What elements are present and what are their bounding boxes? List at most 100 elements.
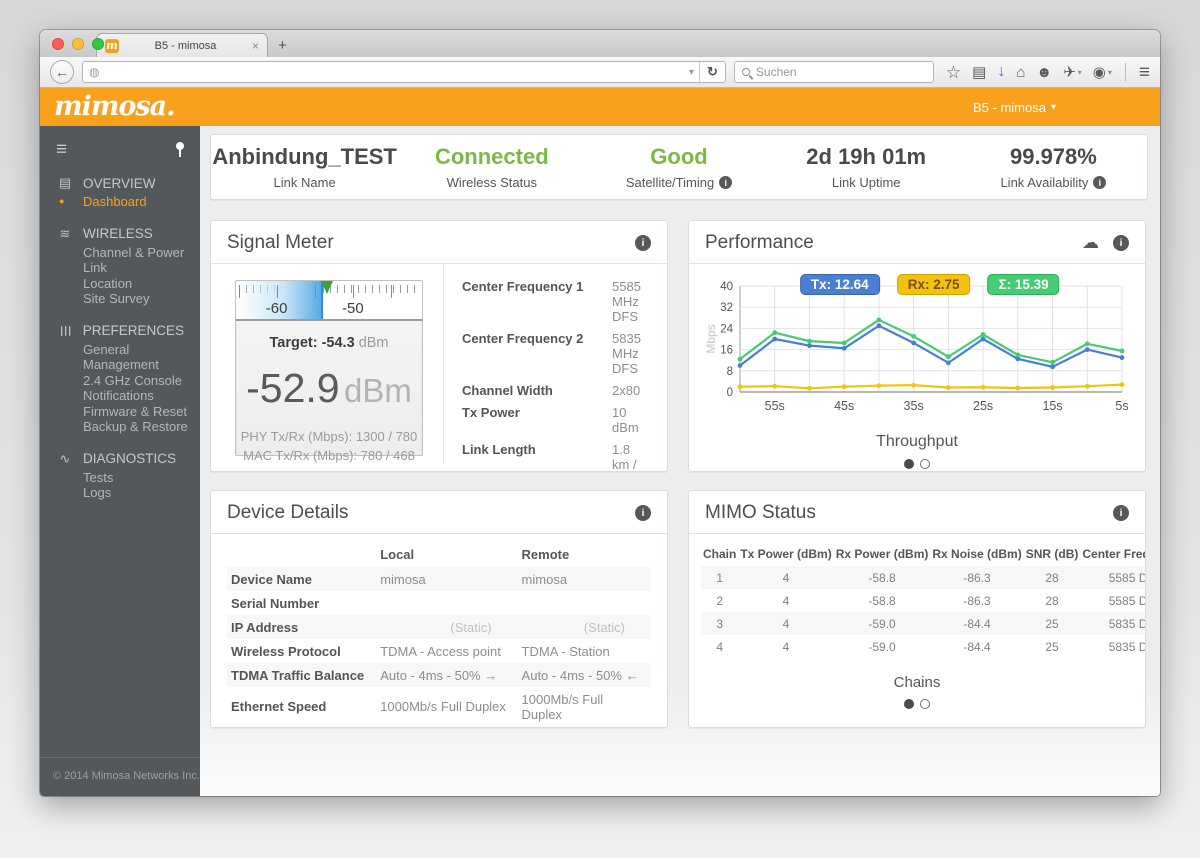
sidebar-item-logs[interactable]: Logs [40, 485, 200, 501]
url-dropdown-icon[interactable]: ▾ [684, 67, 699, 78]
mimosa-favicon-icon: m [105, 38, 119, 53]
info-icon[interactable]: i [1113, 235, 1129, 251]
device-details-table: Local Remote Device Name mimosa mimosa Serial… [227, 542, 651, 726]
sidebar-section-header-wireless[interactable]: ≋ WIRELESS [40, 223, 200, 245]
cell-value: 28 [1045, 570, 1059, 585]
sidebar-item-2-4-ghz-console[interactable]: 2.4 GHz Console [40, 373, 200, 389]
stat-link-availability: 99.978% Link Availability i [960, 144, 1147, 190]
detail-label: Center Frequency 1 [462, 279, 584, 294]
share-menu[interactable]: ✈ ▾ [1063, 65, 1082, 80]
new-tab-button[interactable]: + [278, 37, 287, 54]
legend-tx-badge[interactable]: Tx: 12.64 [799, 274, 880, 295]
device-details-title: Device Details [227, 502, 349, 523]
search-input[interactable] [755, 65, 926, 79]
home-icon[interactable]: ⌂ [1016, 65, 1025, 80]
sidebar-section-header-overview[interactable]: ▤ OVERVIEW [40, 172, 200, 194]
carousel-dot-active[interactable] [904, 699, 914, 709]
throughput-chart: Tx: 12.64 Rx: 2.75 Σ: 15.39 0 8 16 24 32 40 55s 4… [704, 272, 1130, 425]
sidebar-collapse-icon[interactable]: ≡ [56, 140, 67, 159]
sidebar-item-management[interactable]: Management [40, 357, 200, 373]
remote-value: TDMA - Station [521, 643, 610, 659]
sidebar-item-general[interactable]: General [40, 342, 200, 358]
chat-icon[interactable]: ☻ [1036, 65, 1052, 80]
info-icon[interactable]: i [1113, 505, 1129, 521]
sidebar-section-header-preferences[interactable]: ☰ PREFERENCES [40, 320, 200, 342]
cloud-icon[interactable]: ☁ [1082, 233, 1099, 253]
carousel-dot[interactable] [920, 699, 930, 709]
sidebar-item-label: Firmware & Reset [83, 403, 188, 419]
stat-satellite-timing: Good Satellite/Timing i [585, 144, 772, 190]
detail-label: Center Frequency 2 [462, 331, 584, 346]
sidebar-item-dashboard[interactable]: ● Dashboard [40, 194, 200, 210]
table-row: 34-59.0-84.4255835 DFSH [701, 612, 1145, 635]
share-caret-icon: ▾ [1077, 67, 1082, 77]
info-icon[interactable]: i [635, 505, 651, 521]
sidebar-item-notifications[interactable]: Notifications [40, 388, 200, 404]
signal-detail-row: Link Length 1.8 km / 1.1 miles [462, 442, 649, 471]
sidebar-pin-icon[interactable] [176, 142, 184, 157]
close-window-button[interactable] [52, 38, 64, 50]
legend-rx-badge[interactable]: Rx: 2.75 [896, 274, 971, 295]
tab-bar: m B5 - mimosa × + [40, 30, 1160, 57]
close-tab-icon[interactable]: × [252, 39, 259, 53]
table-row: IP Address (Static) (Static) [227, 615, 651, 639]
browser-tab[interactable]: m B5 - mimosa × [96, 33, 268, 57]
bookmark-star-icon[interactable]: ☆ [946, 64, 961, 81]
sidebar-item-label: Channel & Power [83, 244, 185, 260]
sidebar-item-channel-power[interactable]: Channel & Power [40, 245, 200, 261]
device-menu[interactable]: B5 - mimosa ▾ [973, 100, 1056, 115]
cell-value: 5835 DFS [1108, 639, 1145, 654]
zoom-window-button[interactable] [92, 38, 104, 50]
svg-text:25s: 25s [973, 399, 993, 413]
signal-gauge-scale: -60 -50 [236, 281, 422, 321]
reload-icon[interactable]: ↻ [699, 62, 725, 82]
sidebar-item-label: Link [83, 260, 107, 275]
sidebar-section-label: WIRELESS [83, 226, 153, 241]
sidebar-item-site-survey[interactable]: Site Survey [40, 291, 200, 307]
sidebar-item-label: Location [83, 275, 133, 291]
share-icon[interactable]: ✈ [1063, 65, 1076, 80]
sidebar-item-firmware-reset[interactable]: Firmware & Reset [40, 404, 200, 420]
table-row: Ethernet Speed 1000Mb/s Full Duplex 1000Mb… [227, 687, 651, 726]
device-details-panel: Device Details i Local Remote Device Name m… [210, 490, 668, 728]
back-button[interactable]: ← [50, 60, 74, 84]
legend--badge[interactable]: Σ: 15.39 [987, 274, 1060, 295]
stat-value: 99.978% [1009, 144, 1097, 169]
signal-value: -52.9 dBm [246, 365, 412, 411]
table-row: Serial Number [227, 591, 651, 615]
svg-text:Mbps: Mbps [704, 324, 718, 353]
device-menu-caret-icon: ▾ [1050, 101, 1056, 113]
info-icon[interactable]: i [719, 176, 733, 189]
sidebar-item-backup-restore[interactable]: Backup & Restore [40, 419, 200, 435]
remote-value: mimosa [521, 571, 568, 587]
url-input[interactable] [105, 65, 684, 79]
sidebar-item-location[interactable]: Location [40, 276, 200, 292]
carousel-dot[interactable] [920, 459, 930, 469]
info-icon[interactable]: i [635, 235, 651, 251]
adblock-menu[interactable]: ◉ ▾ [1093, 65, 1112, 80]
sidebar-item-link[interactable]: Link [40, 260, 200, 276]
svg-text:32: 32 [720, 302, 733, 314]
table-row: 24-58.8-86.3285585 DFSV [701, 589, 1145, 612]
menu-icon[interactable]: ≡ [1139, 63, 1150, 82]
search-icon [741, 68, 750, 76]
minimize-window-button[interactable] [72, 38, 84, 50]
sidebar-section-label: OVERVIEW [83, 175, 156, 191]
info-icon[interactable]: i [1093, 176, 1107, 189]
sidebar-section-header-diagnostics[interactable]: ∿ DIAGNOSTICS [40, 448, 200, 470]
downloads-icon[interactable]: ↓ [997, 64, 1005, 80]
sidebar-item-label: Management [83, 357, 159, 372]
adblock-icon[interactable]: ◉ [1093, 65, 1106, 80]
sidebar-item-tests[interactable]: Tests [40, 470, 200, 486]
row-label: IP Address [231, 619, 299, 635]
url-bar[interactable]: ◍ ▾ ↻ [82, 61, 726, 83]
detail-value: 2x80 [612, 383, 641, 398]
mimo-carousel [701, 699, 1133, 709]
sidebar-section-label: DIAGNOSTICS [83, 451, 177, 466]
site-identity-icon[interactable]: ◍ [89, 65, 99, 79]
bookmarks-icon[interactable]: ▤ [972, 65, 986, 80]
carousel-dot-active[interactable] [904, 459, 914, 469]
search-bar[interactable] [733, 61, 934, 83]
stat-link-uptime: 2d 19h 01m Link Uptime [773, 144, 960, 190]
mimo-status-rows: Chain Tx Power (dBm) Rx Power (dBm) Rx Nois… [701, 542, 1145, 658]
